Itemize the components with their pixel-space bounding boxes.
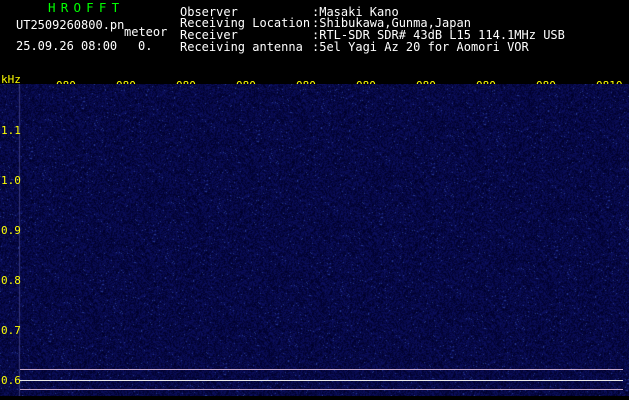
spectrogram-waterfall	[0, 84, 629, 396]
freq-tick-label: 0.8	[1, 274, 21, 287]
signal-level-trace	[0, 392, 629, 400]
antenna-value: :5el Yagi Az 20 for Aomori VOR	[312, 40, 529, 54]
freq-tick-label: 0.9	[1, 224, 21, 237]
freq-tick-label: 0.7	[1, 324, 21, 337]
image-filename: UT2509260800.pn	[16, 18, 125, 32]
marker-line-middle	[20, 380, 623, 381]
marker-line-upper	[20, 369, 623, 370]
antenna-label: Receiving antenna	[180, 40, 303, 54]
echo-count: 0.	[138, 39, 153, 53]
freq-tick-label: 1.0	[1, 174, 21, 187]
observation-mode: meteor	[124, 25, 168, 39]
observation-datetime: 25.09.26 08:00	[16, 39, 118, 53]
marker-line-lower	[20, 389, 623, 390]
spectrogram-viewer: HROFFT UT2509260800.pn meteor 25.09.26 0…	[0, 0, 629, 400]
software-title: HROFFT	[48, 0, 125, 15]
freq-tick-label: 1.1	[1, 124, 21, 137]
freq-tick-label: 0.6	[1, 374, 21, 387]
